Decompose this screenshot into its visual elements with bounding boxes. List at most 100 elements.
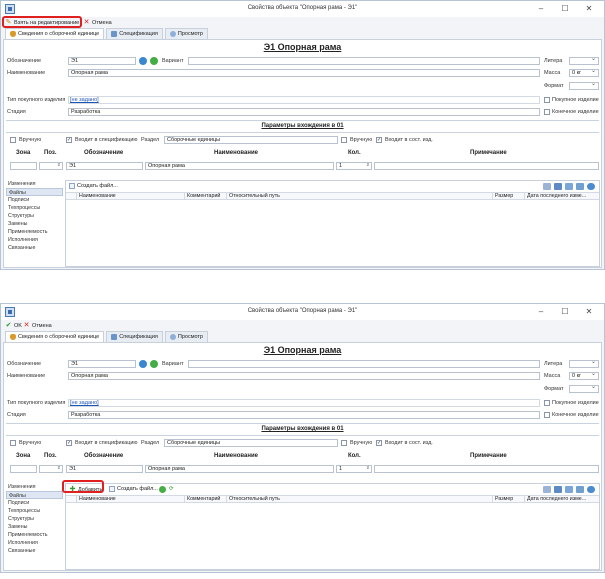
add-circle-icon[interactable] [150, 57, 158, 65]
sidebar-item-files[interactable]: Файлы [6, 491, 63, 499]
tab-specification[interactable]: Спецификация [106, 331, 163, 342]
note-field[interactable] [374, 465, 599, 473]
zone-field[interactable] [10, 465, 37, 473]
sidebar-item-related[interactable]: Связанные [6, 244, 63, 252]
col-file-name[interactable]: Наименование [76, 496, 184, 503]
tab-specification[interactable]: Спецификация [106, 28, 163, 39]
purchase-type-field[interactable] [68, 399, 540, 407]
sidebar-item-replacements[interactable]: Замены [6, 523, 63, 531]
mass-dropdown[interactable]: 0 кг [569, 372, 599, 380]
maximize-button[interactable]: ☐ [554, 3, 576, 15]
settings-icon[interactable] [543, 486, 551, 493]
pos-field[interactable] [39, 162, 63, 170]
qty-field[interactable]: 1 [336, 162, 372, 170]
row-designation-field[interactable]: Э1 [66, 162, 143, 170]
close-button[interactable]: ✕ [578, 306, 600, 318]
cancel-button[interactable]: ✕ Отмена [23, 321, 52, 330]
close-button[interactable]: ✕ [578, 3, 600, 15]
image-icon[interactable] [554, 183, 562, 190]
sidebar-item-signatures[interactable]: Подписи [6, 499, 63, 507]
designation-field[interactable]: Э1 [68, 360, 136, 368]
minimize-button[interactable]: – [530, 306, 552, 318]
sidebar-item-files[interactable]: Файлы [6, 188, 63, 196]
add-circle-icon[interactable] [159, 486, 166, 493]
in-spec-checkbox[interactable]: ✓ [66, 440, 72, 446]
manual2-checkbox[interactable] [341, 440, 347, 446]
name-field[interactable]: Опорная рама [68, 69, 540, 77]
row-designation-field[interactable]: Э1 [66, 465, 143, 473]
purchase-type-link[interactable]: [не задано] [70, 97, 99, 103]
col-relpath[interactable]: Относительный путь [226, 193, 492, 200]
sync-icon[interactable]: ⟳ [169, 486, 174, 492]
purchased-checkbox[interactable] [544, 400, 550, 406]
designation-field[interactable]: Э1 [68, 57, 136, 65]
tab-assembly-info[interactable]: Сведения о сборочной единице [5, 28, 105, 39]
stage-field[interactable]: Разработка [68, 108, 540, 116]
copy-icon[interactable] [565, 486, 573, 493]
row-name-field[interactable]: Опорная рама [145, 465, 334, 473]
ok-button[interactable]: ✔ OK [5, 321, 22, 330]
col-relpath[interactable]: Относительный путь [226, 496, 492, 503]
edit-button[interactable]: ✎ Взять на редактирование [5, 18, 80, 27]
sidebar-item-changes[interactable]: Изменения [6, 483, 63, 491]
sidebar-item-techprocesses[interactable]: Техпроцессы [6, 204, 63, 212]
in-spec-checkbox[interactable]: ✓ [66, 137, 72, 143]
in-product-checkbox[interactable]: ✓ [376, 440, 382, 446]
sidebar-item-structures[interactable]: Структуры [6, 212, 63, 220]
purchased-checkbox[interactable] [544, 97, 550, 103]
view-icon[interactable] [576, 183, 584, 190]
sidebar-item-replacements[interactable]: Замены [6, 220, 63, 228]
col-comment[interactable]: Комментарий [184, 193, 226, 200]
settings-icon[interactable] [543, 183, 551, 190]
refresh-icon[interactable] [139, 360, 147, 368]
in-product-checkbox[interactable]: ✓ [376, 137, 382, 143]
image-icon[interactable] [554, 486, 562, 493]
variant-field[interactable] [188, 360, 540, 368]
stage-field[interactable]: Разработка [68, 411, 540, 419]
row-name-field[interactable]: Опорная рама [145, 162, 334, 170]
section-field[interactable]: Сборочные единицы [164, 136, 338, 144]
final-product-checkbox[interactable] [544, 109, 550, 115]
cancel-button[interactable]: ✕ Отмена [83, 18, 112, 27]
sidebar-item-techprocesses[interactable]: Техпроцессы [6, 507, 63, 515]
section-field[interactable]: Сборочные единицы [164, 439, 338, 447]
col-size[interactable]: Размер [492, 193, 524, 200]
pos-field[interactable] [39, 465, 63, 473]
litera-dropdown[interactable] [569, 360, 599, 368]
col-file-name[interactable]: Наименование [76, 193, 184, 200]
purchase-type-field[interactable] [68, 96, 540, 104]
copy-icon[interactable] [565, 183, 573, 190]
sidebar-item-changes[interactable]: Изменения [6, 180, 63, 188]
col-modified[interactable]: Дата последнего изме... [524, 496, 600, 503]
create-file-button[interactable]: Создать файл... [109, 486, 158, 492]
name-field[interactable]: Опорная рама [68, 372, 540, 380]
tab-preview[interactable]: Просмотр [164, 28, 208, 39]
final-product-checkbox[interactable] [544, 412, 550, 418]
tab-preview[interactable]: Просмотр [164, 331, 208, 342]
manual-checkbox[interactable] [10, 440, 16, 446]
mass-dropdown[interactable]: 0 кг [569, 69, 599, 77]
sidebar-item-signatures[interactable]: Подписи [6, 196, 63, 204]
manual2-checkbox[interactable] [341, 137, 347, 143]
manual-checkbox[interactable] [10, 137, 16, 143]
format-dropdown[interactable] [569, 385, 599, 393]
view-icon[interactable] [576, 486, 584, 493]
col-comment[interactable]: Комментарий [184, 496, 226, 503]
litera-dropdown[interactable] [569, 57, 599, 65]
add-file-button[interactable]: ✚ Добавить [69, 486, 103, 493]
variant-field[interactable] [188, 57, 540, 65]
col-modified[interactable]: Дата последнего изме... [524, 193, 600, 200]
format-dropdown[interactable] [569, 82, 599, 90]
create-file-button[interactable]: Создать файл... [69, 183, 118, 189]
tab-assembly-info[interactable]: Сведения о сборочной единице [5, 331, 105, 342]
purchase-type-link[interactable]: [не задано] [70, 400, 99, 406]
maximize-button[interactable]: ☐ [554, 306, 576, 318]
sidebar-item-versions[interactable]: Исполнения [6, 539, 63, 547]
refresh-icon[interactable] [139, 57, 147, 65]
sidebar-item-applicability[interactable]: Применяемость [6, 228, 63, 236]
minimize-button[interactable]: – [530, 3, 552, 15]
refresh-icon[interactable] [587, 183, 595, 190]
sidebar-item-related[interactable]: Связанные [6, 547, 63, 555]
col-size[interactable]: Размер [492, 496, 524, 503]
zone-field[interactable] [10, 162, 37, 170]
